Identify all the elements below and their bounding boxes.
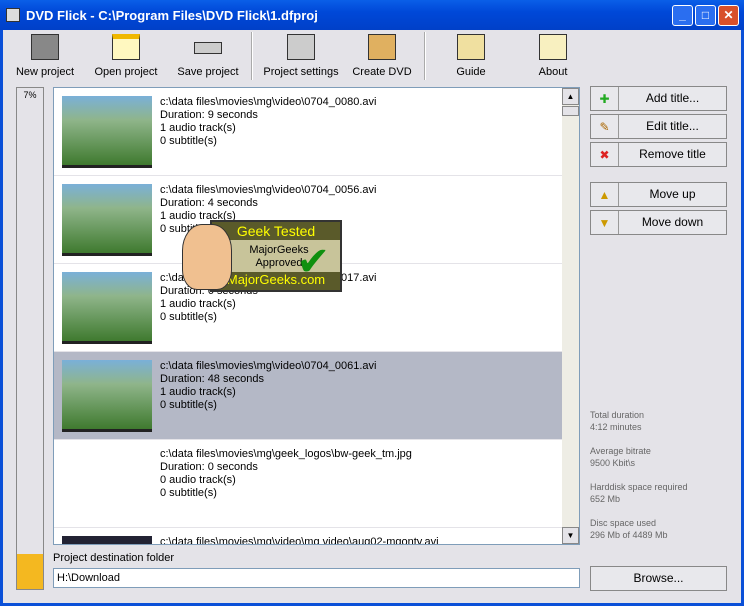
stat-value: 9500 Kbit\s [590,458,636,468]
arrow-up-icon: ▲ [591,183,619,206]
label: About [538,66,568,78]
arrow-down-icon: ▼ [591,211,619,234]
stat-value: 296 Mb of 4489 Mb [590,530,668,540]
thumbnail [62,360,152,432]
add-icon: ✚ [591,87,619,110]
title-bar: DVD Flick - C:\Program Files\DVD Flick\1… [0,0,744,30]
gears-icon [368,34,396,60]
badge-title: Geek Tested [212,222,340,240]
disc-usage-percent: 7% [23,90,37,100]
title-subtitles: 0 subtitle(s) [160,399,217,411]
label: Remove title [639,147,706,161]
thumbnail [62,184,152,256]
close-button[interactable]: ✕ [718,5,739,26]
thumbnail [62,272,152,344]
list-scrollbar[interactable]: ▲ ▼ [562,88,579,544]
edit-icon: ✎ [591,115,619,138]
project-settings-button[interactable]: Project settings [258,34,344,78]
about-icon [539,34,567,60]
scroll-thumb[interactable] [562,106,579,116]
list-item[interactable]: c:\data files\movies\mg\video\mg video\a… [54,528,563,545]
label: Guide [456,66,486,78]
stat-label: Disc space used [590,518,657,528]
label: Create DVD [352,66,412,78]
toolbar: New project Open project Save project Pr… [3,30,741,85]
checkmark-icon: ✔ [296,240,330,284]
save-project-button[interactable]: Save project [173,34,243,78]
label: Move down [641,215,704,229]
guide-icon [457,34,485,60]
remove-title-button[interactable]: ✖ Remove title [590,142,727,167]
stat-label: Harddisk space required [590,482,688,492]
title-audio: 1 audio track(s) [160,122,236,134]
title-path: c:\data files\movies\mg\video\0704_0061.… [160,360,377,372]
disc-usage-fill [17,553,43,589]
title-path: c:\data files\movies\mg\geek_logos\bw-ge… [160,448,412,460]
scroll-up-button[interactable]: ▲ [562,88,579,105]
minimize-button[interactable]: _ [672,5,693,26]
stat-value: 4:12 minutes [590,422,642,432]
label: Edit title... [646,119,699,133]
browse-button[interactable]: Browse... [590,566,727,591]
geek-mascot-icon [182,224,232,290]
settings-icon [287,34,315,60]
title-subtitles: 0 subtitle(s) [160,311,217,323]
title-path: c:\data files\movies\mg\video\0704_0056.… [160,184,377,196]
label: Add title... [645,91,700,105]
guide-button[interactable]: Guide [449,34,493,78]
title-audio: 0 audio track(s) [160,474,236,486]
label: Project settings [263,66,339,78]
title-audio: 1 audio track(s) [160,298,236,310]
title-duration: Duration: 4 seconds [160,197,258,209]
label: Move up [649,187,696,201]
folder-icon [112,34,140,60]
title-subtitles: 0 subtitle(s) [160,135,217,147]
thumbnail [62,448,152,520]
create-dvd-button[interactable]: Create DVD [349,34,415,78]
stat-label: Average bitrate [590,446,651,456]
thumbnail [62,96,152,168]
title-subtitles: 0 subtitle(s) [160,487,217,499]
title-duration: Duration: 0 seconds [160,461,258,473]
project-stats: Total duration 4:12 minutes Average bitra… [590,409,688,553]
drive-icon [194,42,222,54]
stat-label: Total duration [590,410,645,420]
destination-label: Project destination folder [53,552,175,564]
maximize-button[interactable]: □ [695,5,716,26]
remove-icon: ✖ [591,143,619,166]
film-icon [31,34,59,60]
label: Save project [177,66,239,78]
app-icon [6,8,20,22]
label: Open project [94,66,158,78]
title-duration: Duration: 9 seconds [160,109,258,121]
move-down-button[interactable]: ▼ Move down [590,210,727,235]
new-project-button[interactable]: New project [13,34,77,78]
window-title: DVD Flick - C:\Program Files\DVD Flick\1… [26,7,318,23]
add-title-button[interactable]: ✚ Add title... [590,86,727,111]
title-path: c:\data files\movies\mg\video\0704_0080.… [160,96,377,108]
list-item-selected[interactable]: c:\data files\movies\mg\video\0704_0061.… [54,352,563,440]
title-path: c:\data files\movies\mg\video\mg video\a… [160,536,439,545]
title-audio: 1 audio track(s) [160,386,236,398]
about-button[interactable]: About [531,34,575,78]
label: New project [15,66,75,78]
stat-value: 652 Mb [590,494,621,504]
open-project-button[interactable]: Open project [91,34,161,78]
destination-folder-input[interactable] [53,568,580,588]
disc-usage-bar: 7% [16,87,44,590]
edit-title-button[interactable]: ✎ Edit title... [590,114,727,139]
list-item[interactable]: c:\data files\movies\mg\video\0704_0080.… [54,88,563,176]
title-list[interactable]: c:\data files\movies\mg\video\0704_0080.… [53,87,580,545]
toolbar-separator [424,32,426,80]
move-up-button[interactable]: ▲ Move up [590,182,727,207]
toolbar-separator [251,32,253,80]
thumbnail [62,536,152,544]
scroll-down-button[interactable]: ▼ [562,527,579,544]
majorgeeks-badge: Geek Tested MajorGeeks Approved MajorGeek… [182,220,342,292]
title-duration: Duration: 48 seconds [160,373,264,385]
list-item[interactable]: c:\data files\movies\mg\geek_logos\bw-ge… [54,440,563,528]
